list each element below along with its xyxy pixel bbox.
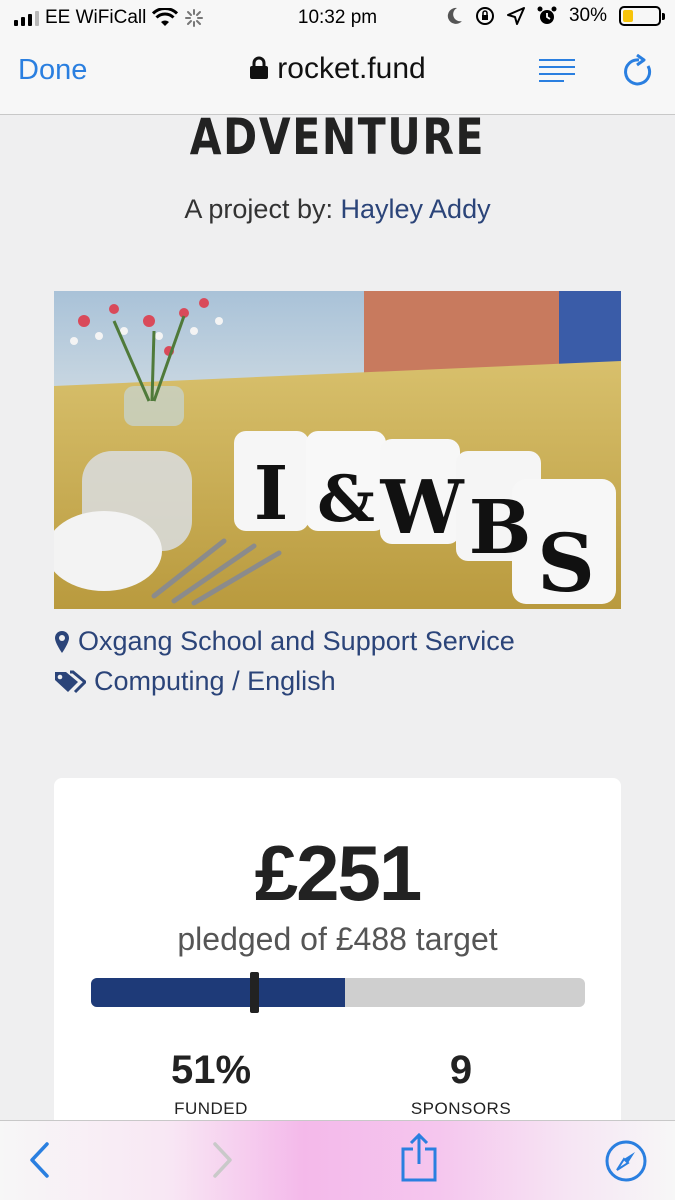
author-link[interactable]: Hayley Addy — [341, 194, 491, 224]
progress-fill — [91, 978, 345, 1007]
mug-letter-3: W — [379, 465, 464, 551]
tags-icon — [55, 670, 86, 693]
funding-card: £251 pledged of £488 target 51% FUNDED 9… — [54, 778, 621, 1120]
pledged-amount: £251 — [254, 829, 423, 917]
funded-label: FUNDED — [174, 1099, 248, 1118]
mug-letter-4: B — [469, 485, 532, 571]
alarm-icon — [537, 6, 557, 24]
compass-icon[interactable] — [604, 1139, 648, 1183]
byline-prefix: A project by: — [184, 194, 333, 224]
rotation-lock-icon — [475, 7, 494, 25]
location-arrow-icon — [506, 7, 525, 25]
mug-letter-2: & — [317, 462, 375, 537]
mug-letter-5: S — [537, 516, 595, 609]
mug-letter-1: I — [254, 451, 289, 537]
reload-icon[interactable] — [622, 54, 656, 90]
category-text: Computing / English — [94, 666, 336, 696]
location-row[interactable]: Oxgang School and Support Service — [54, 626, 515, 657]
back-icon[interactable] — [28, 1141, 50, 1179]
status-bar: EE WiFiCall 10:32 pm 30% — [0, 0, 675, 40]
project-title: ADVENTURE — [189, 116, 486, 166]
map-pin-icon — [55, 630, 69, 653]
sponsors-label: SPONSORS — [410, 1099, 512, 1118]
browser-toolbar — [0, 1120, 675, 1200]
sponsors-value: 9 — [449, 1048, 473, 1092]
sponsors-stat: 9 SPONSORS — [361, 1048, 561, 1119]
funding-progress-bar — [91, 972, 585, 1013]
category-row[interactable]: Computing / English — [54, 666, 336, 697]
page-content: ADVENTURE A project by: Hayley Addy I & … — [0, 116, 675, 1120]
moon-icon — [447, 7, 462, 24]
url-text: rocket.fund — [277, 52, 426, 85]
byline: A project by: Hayley Addy — [0, 194, 675, 225]
funded-stat: 51% FUNDED — [111, 1048, 311, 1119]
lock-icon — [250, 56, 269, 79]
location-text: Oxgang School and Support Service — [78, 626, 515, 656]
browser-nav-bar: Done rocket.fund — [0, 40, 675, 115]
progress-marker — [250, 972, 260, 1013]
mugs-photo-illustration: I & W B S — [54, 291, 621, 609]
battery-percent: 30% — [568, 5, 607, 26]
battery-icon — [619, 6, 665, 26]
project-photo: I & W B S — [54, 291, 621, 609]
reader-view-icon[interactable] — [538, 58, 576, 84]
forward-icon[interactable] — [212, 1141, 234, 1179]
share-icon[interactable] — [400, 1133, 438, 1183]
target-text: pledged of £488 target — [177, 921, 498, 957]
funded-value: 51% — [170, 1048, 252, 1092]
